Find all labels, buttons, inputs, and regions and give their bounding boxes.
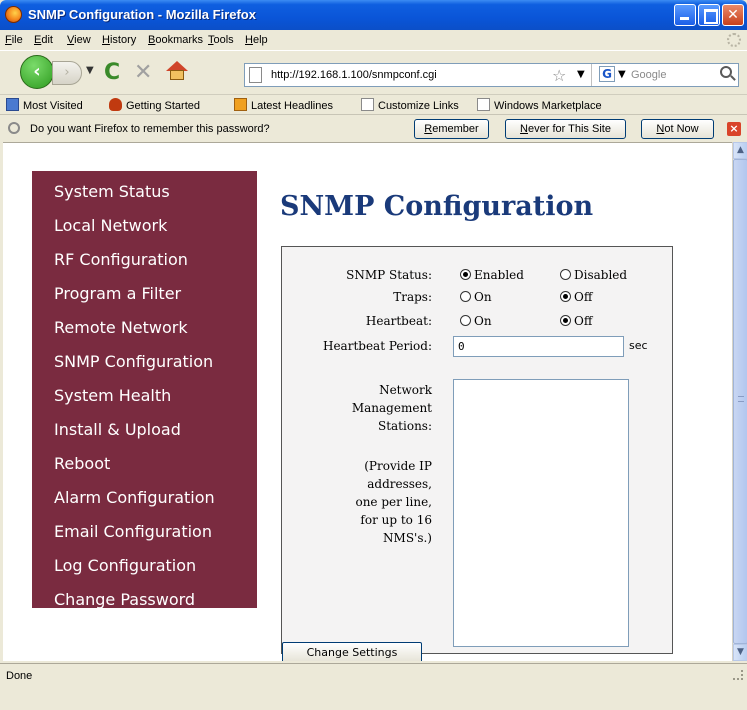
page-title: SNMP Configuration — [280, 191, 594, 222]
snmp-enabled-radio[interactable]: Enabled — [460, 268, 524, 282]
menu-help[interactable]: Help — [245, 34, 268, 46]
heartbeat-on-radio[interactable]: On — [460, 314, 492, 328]
radio-unselected-icon — [460, 315, 471, 326]
forward-button[interactable]: › — [52, 61, 82, 85]
sidebar-item-email-configuration[interactable]: Email Configuration — [54, 522, 212, 541]
sidebar-item-local-network[interactable]: Local Network — [54, 216, 167, 235]
snmp-status-label: SNMP Status: — [346, 268, 432, 282]
sidebar-item-remote-network[interactable]: Remote Network — [54, 318, 188, 337]
menu-edit[interactable]: Edit — [34, 34, 53, 46]
search-engine-dropdown-icon[interactable]: ▼ — [618, 69, 626, 80]
radio-selected-icon — [460, 269, 471, 280]
bookmark-most-visited[interactable]: Most Visited — [6, 98, 83, 112]
sidebar-item-install-upload[interactable]: Install & Upload — [54, 420, 181, 439]
history-dropdown-icon[interactable]: ▼ — [86, 65, 94, 76]
menu-bookmarks[interactable]: Bookmarks — [148, 34, 203, 46]
address-and-search-bar: http://192.168.1.100/snmpconf.cgi ☆ ▼ G … — [244, 63, 739, 87]
notification-message: Do you want Firefox to remember this pas… — [30, 123, 270, 135]
sidebar-item-system-health[interactable]: System Health — [54, 386, 171, 405]
google-search-engine-icon[interactable]: G — [599, 66, 615, 82]
menu-tools[interactable]: Tools — [208, 34, 234, 46]
sidebar-item-alarm-configuration[interactable]: Alarm Configuration — [54, 488, 215, 507]
sidebar-item-rf-configuration[interactable]: RF Configuration — [54, 250, 188, 269]
sidebar-item-snmp-configuration[interactable]: SNMP Configuration — [54, 352, 213, 371]
most-visited-icon — [6, 98, 19, 111]
traps-off-radio[interactable]: Off — [560, 290, 592, 304]
getting-started-icon — [109, 98, 122, 111]
sidebar-item-program-a-filter[interactable]: Program a Filter — [54, 284, 181, 303]
snmp-form: SNMP Status: Enabled Disabled Traps: On … — [281, 246, 673, 654]
home-button[interactable] — [166, 61, 188, 81]
scroll-down-icon[interactable]: ▼ — [733, 644, 747, 661]
traps-label: Traps: — [393, 290, 432, 304]
page-icon — [477, 98, 490, 111]
sidebar-item-system-status[interactable]: System Status — [54, 182, 170, 201]
title-bar: SNMP Configuration - Mozilla Firefox ✕ — [0, 0, 747, 30]
bookmark-star-icon[interactable]: ☆ — [552, 66, 566, 85]
vertical-scrollbar[interactable]: ▲ ▼ — [732, 142, 747, 661]
page-icon — [361, 98, 374, 111]
bookmark-customize-links[interactable]: Customize Links — [361, 98, 459, 112]
url-dropdown-icon[interactable]: ▼ — [577, 69, 585, 80]
traps-on-radio[interactable]: On — [460, 290, 492, 304]
radio-unselected-icon — [560, 269, 571, 280]
bookmark-getting-started[interactable]: Getting Started — [109, 98, 200, 112]
heartbeat-period-input[interactable]: 0 — [453, 336, 624, 357]
back-button[interactable]: ‹ — [20, 55, 54, 89]
nms-stations-textarea[interactable] — [453, 379, 629, 647]
browser-window: SNMP Configuration - Mozilla Firefox ✕ F… — [0, 0, 747, 710]
resize-grip-icon[interactable] — [733, 670, 743, 680]
page-icon — [249, 67, 262, 83]
activity-throbber-icon — [727, 33, 741, 47]
bookmark-windows-marketplace[interactable]: Windows Marketplace — [477, 98, 602, 112]
never-for-this-site-button[interactable]: Never for This Site — [505, 119, 626, 139]
search-icon[interactable] — [720, 66, 732, 78]
status-bar: Done — [0, 663, 747, 710]
url-field[interactable]: http://192.168.1.100/snmpconf.cgi — [271, 69, 437, 81]
scroll-up-icon[interactable]: ▲ — [733, 142, 747, 159]
close-notification-icon[interactable]: × — [727, 122, 741, 136]
navigation-toolbar: ‹ › ▼ C ✕ http://192.168.1.100/snmpconf.… — [0, 50, 747, 94]
rss-icon — [234, 98, 247, 111]
close-window-button[interactable]: ✕ — [722, 4, 744, 26]
radio-selected-icon — [560, 315, 571, 326]
heartbeat-period-unit: sec — [629, 339, 648, 352]
nms-label: Network Management Stations: — [351, 383, 432, 433]
status-text: Done — [6, 670, 33, 682]
window-title: SNMP Configuration - Mozilla Firefox — [28, 7, 256, 22]
menu-history[interactable]: History — [102, 34, 136, 46]
scrollbar-thumb[interactable] — [733, 159, 747, 644]
bookmarks-toolbar: Most Visited Getting Started Latest Head… — [0, 94, 747, 114]
menu-file[interactable]: File — [5, 34, 23, 46]
reload-button[interactable]: C — [104, 60, 120, 85]
stop-button[interactable]: ✕ — [134, 60, 152, 85]
sidebar-nav: System Status Local Network RF Configura… — [32, 171, 257, 609]
remember-button[interactable]: Remember — [414, 119, 489, 139]
radio-unselected-icon — [460, 291, 471, 302]
radio-selected-icon — [560, 291, 571, 302]
menu-view[interactable]: View — [67, 34, 91, 46]
sidebar-item-change-password[interactable]: Change Password — [54, 590, 195, 609]
sidebar-item-log-configuration[interactable]: Log Configuration — [54, 556, 196, 575]
page-content: System Status Local Network RF Configura… — [3, 142, 732, 661]
heartbeat-period-label: Heartbeat Period: — [322, 339, 432, 353]
minimize-button[interactable] — [674, 4, 696, 26]
firefox-logo-icon — [5, 6, 22, 23]
bookmark-latest-headlines[interactable]: Latest Headlines — [234, 98, 333, 112]
snmp-disabled-radio[interactable]: Disabled — [560, 268, 627, 282]
password-notification-bar: Do you want Firefox to remember this pas… — [0, 114, 747, 142]
heartbeat-label: Heartbeat: — [365, 314, 432, 328]
not-now-button[interactable]: Not Now — [641, 119, 714, 139]
search-input[interactable]: Google — [631, 69, 666, 81]
change-settings-button[interactable]: Change Settings — [282, 642, 422, 661]
sidebar-item-reboot[interactable]: Reboot — [54, 454, 110, 473]
nms-help-text: (Provide IP addresses, one per line, for… — [355, 459, 432, 545]
maximize-button[interactable] — [698, 4, 720, 26]
key-icon — [8, 122, 20, 134]
heartbeat-off-radio[interactable]: Off — [560, 314, 592, 328]
menu-bar: File Edit View History Bookmarks Tools H… — [0, 30, 747, 50]
